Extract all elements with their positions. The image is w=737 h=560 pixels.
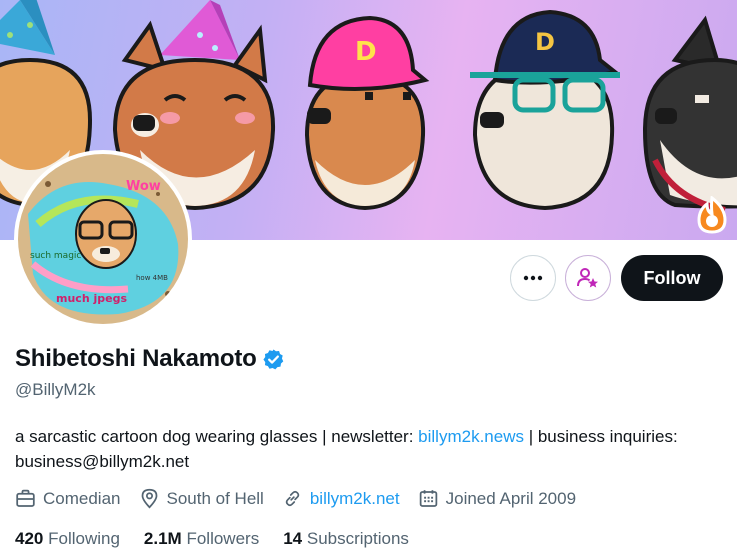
- bio-link[interactable]: billym2k.news: [418, 427, 524, 446]
- calendar-icon: [419, 490, 437, 507]
- following-count: 420: [15, 529, 44, 548]
- profile-meta: Comedian South of Hell billym2k.net Join…: [15, 488, 594, 509]
- subscribe-button[interactable]: [565, 255, 611, 301]
- display-name: Shibetoshi Nakamoto: [15, 345, 257, 372]
- following-stat[interactable]: 420 Following: [15, 529, 120, 549]
- link-icon: [285, 490, 300, 507]
- avatar-caption-wow: Wow: [126, 179, 161, 194]
- subscribe-person-star-icon: [577, 268, 598, 288]
- avatar-art: Wow such magic much jpegs how 4MB: [18, 154, 188, 324]
- joined-item: Joined April 2009: [418, 488, 576, 509]
- avatar-caption-magic: such magic: [30, 251, 81, 261]
- subscriptions-label: Subscriptions: [306, 529, 409, 548]
- subscriptions-stat[interactable]: 14 Subscriptions: [283, 529, 409, 549]
- name-row: Shibetoshi Nakamoto: [15, 345, 285, 373]
- bio: a sarcastic cartoon dog wearing glasses …: [15, 424, 715, 474]
- location-item: South of Hell: [139, 488, 264, 509]
- handle: @BillyM2k: [15, 380, 96, 399]
- followers-count: 2.1M: [143, 529, 182, 548]
- more-dots-icon: [523, 275, 543, 281]
- avatar-caption-jpegs: much jpegs: [56, 292, 127, 305]
- joined-label: Joined April 2009: [445, 488, 577, 508]
- followers-label: Followers: [186, 529, 260, 548]
- bio-text: a sarcastic cartoon dog wearing glasses …: [15, 427, 419, 446]
- doge-black-art: [642, 15, 737, 213]
- location-pin-icon: [141, 488, 157, 509]
- avatar[interactable]: Wow such magic much jpegs how 4MB: [14, 150, 192, 328]
- subscriptions-count: 14: [283, 529, 303, 548]
- cap-letter: D: [355, 37, 377, 67]
- more-options-button[interactable]: [510, 255, 556, 301]
- location-label: South of Hell: [166, 488, 264, 508]
- cap-letter: D: [535, 28, 555, 56]
- profile-stats: 420 Following 2.1M Followers 14 Subscrip…: [15, 529, 433, 549]
- doge-navy-cap-glasses-art: D: [470, 9, 620, 211]
- avatar-caption-how: how 4MB: [136, 274, 168, 282]
- profession-label: Comedian: [43, 488, 121, 508]
- followers-stat[interactable]: 2.1M Followers: [144, 529, 259, 549]
- verified-badge-icon[interactable]: [262, 348, 285, 371]
- doge-pink-cap-art: D: [304, 15, 430, 211]
- briefcase-icon: [16, 489, 35, 507]
- website-link[interactable]: billym2k.net: [310, 489, 400, 509]
- follow-button[interactable]: Follow: [621, 255, 723, 301]
- website-item[interactable]: billym2k.net: [282, 488, 400, 509]
- flame-badge-icon: [695, 195, 729, 239]
- profession-item[interactable]: Comedian: [15, 488, 121, 509]
- following-label: Following: [48, 529, 120, 548]
